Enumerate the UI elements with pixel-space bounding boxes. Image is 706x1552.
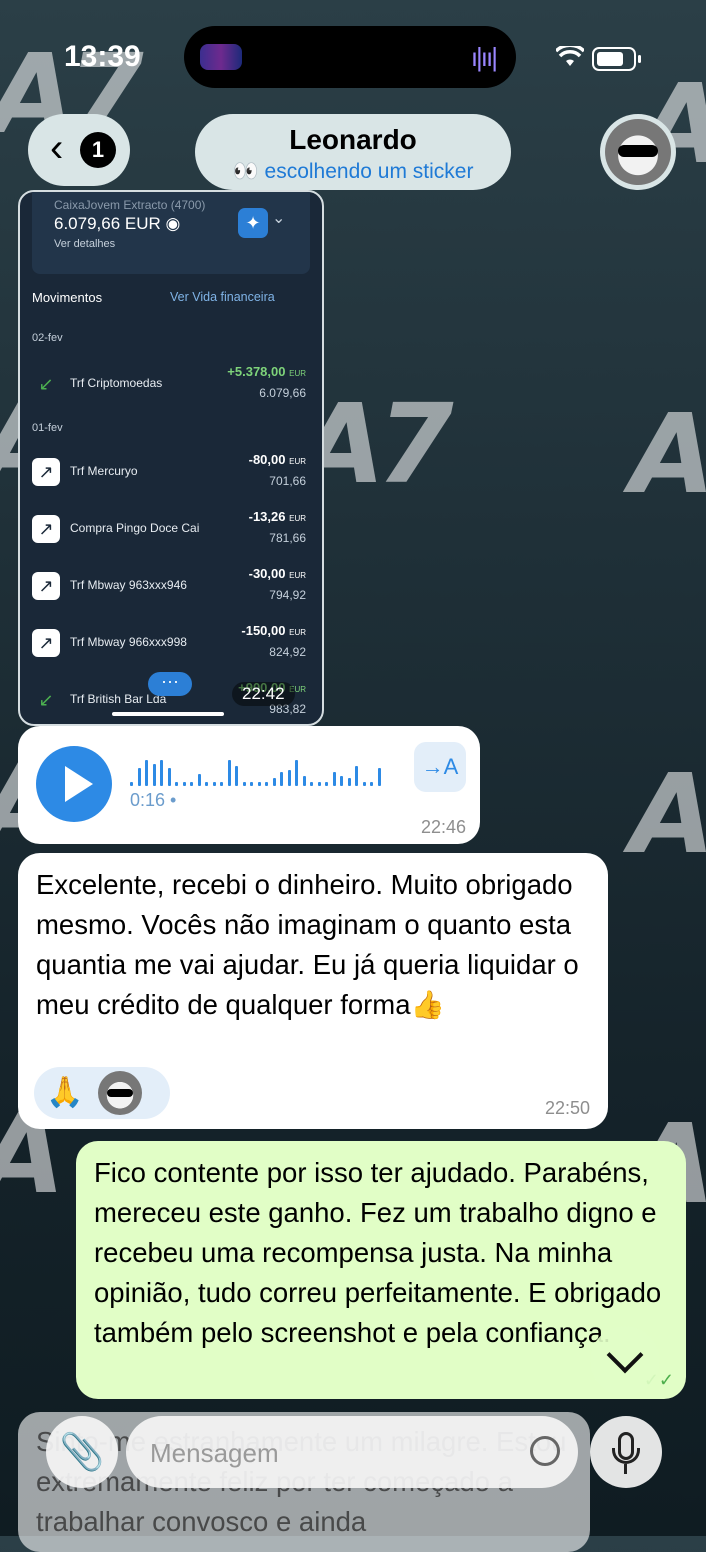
waveform-bar bbox=[265, 782, 268, 786]
waveform-bar bbox=[212, 782, 216, 786]
audio-wave-icon: ı|ıı| bbox=[470, 42, 498, 72]
reactor-avatar bbox=[98, 1071, 142, 1115]
microphone-button[interactable] bbox=[590, 1416, 662, 1488]
account-name: CaixaJovem Extracto (4700) bbox=[54, 198, 206, 212]
home-indicator bbox=[112, 712, 224, 716]
waveform-bar bbox=[220, 782, 223, 786]
arrow-in-icon: ↙ bbox=[38, 374, 54, 394]
date-label: 01-fev bbox=[32, 422, 63, 434]
waveform-bar bbox=[235, 766, 238, 786]
voice-duration: 0:16 • bbox=[130, 790, 177, 810]
waveform-bar bbox=[145, 760, 148, 786]
dynamic-island: ı|ıı| bbox=[184, 26, 516, 88]
arrow-out-icon: ↗ bbox=[32, 515, 60, 543]
waveform-bar bbox=[340, 776, 343, 786]
voice-message: 0:16 • →A 22:46 bbox=[18, 726, 480, 844]
play-icon[interactable] bbox=[36, 746, 112, 822]
waveform-bar bbox=[370, 782, 373, 786]
voice-waveform[interactable] bbox=[130, 756, 390, 786]
reaction-emoji: 🙏 bbox=[46, 1076, 84, 1109]
back-button[interactable]: ‹ 1 bbox=[28, 114, 130, 186]
waveform-bar bbox=[182, 782, 186, 786]
waveform-bar bbox=[377, 768, 381, 786]
details-link: Ver detalhes bbox=[54, 238, 116, 250]
account-card: CaixaJovem Extracto (4700) 6.079,66 EUR … bbox=[32, 192, 310, 274]
waveform-bar bbox=[205, 782, 208, 786]
waveform-bar bbox=[355, 766, 358, 786]
bank-logo-icon: ✦ bbox=[238, 208, 268, 238]
status-time: 13:39 bbox=[64, 40, 141, 73]
arrow-out-icon: ↗ bbox=[32, 629, 60, 657]
reactions[interactable]: 🙏 bbox=[34, 1067, 170, 1119]
waveform-bar bbox=[197, 774, 201, 786]
waveform-bar bbox=[160, 760, 163, 786]
message-text: Excelente, recebi o dinheiro. Muito obri… bbox=[36, 869, 579, 1020]
waveform-bar bbox=[302, 776, 306, 786]
waveform-bar bbox=[250, 782, 253, 786]
waveform-bar bbox=[152, 764, 156, 786]
watermark: A bbox=[630, 390, 706, 518]
message-time: 22:42 bbox=[232, 682, 295, 706]
waveform-bar bbox=[362, 782, 366, 786]
transaction-row: ↗ Trf Mbway 963xxx946 -30,00 EUR 794,92 bbox=[32, 560, 312, 610]
message-time: 22:46 bbox=[420, 817, 466, 837]
waveform-bar bbox=[325, 782, 328, 786]
transaction-row: ↗ Compra Pingo Doce Cai -13,26 EUR 781,6… bbox=[32, 503, 312, 553]
transcribe-button[interactable]: →A bbox=[414, 742, 466, 792]
waveform-bar bbox=[130, 782, 133, 786]
watermark: A bbox=[630, 750, 706, 878]
scroll-down-button[interactable] bbox=[590, 1326, 660, 1396]
avatar[interactable] bbox=[600, 114, 676, 190]
chevron-down-icon: ⌄ bbox=[272, 210, 286, 227]
waveform-bar bbox=[317, 782, 321, 786]
more-button[interactable]: ··· bbox=[148, 672, 192, 696]
account-balance: 6.079,66 EUR ◉ bbox=[54, 214, 181, 233]
waveform-bar bbox=[227, 760, 231, 786]
waveform-bar bbox=[347, 778, 351, 786]
movements-title: Movimentos bbox=[32, 290, 103, 305]
image-message[interactable]: CaixaJovem Extracto (4700) 6.079,66 EUR … bbox=[18, 190, 324, 726]
wifi-icon bbox=[554, 43, 586, 75]
message-input-container[interactable] bbox=[126, 1416, 578, 1488]
message-time: 22:50 bbox=[544, 1098, 590, 1118]
arrow-out-icon: ↗ bbox=[32, 458, 60, 486]
paperclip-icon: 📎 bbox=[59, 1431, 105, 1472]
contact-status: 👀 escolhendo um sticker bbox=[232, 160, 474, 183]
waveform-bar bbox=[190, 782, 193, 786]
unread-count-badge: 1 bbox=[80, 132, 116, 168]
incoming-message[interactable]: Excelente, recebi o dinheiro. Muito obri… bbox=[18, 853, 608, 1129]
waveform-bar bbox=[175, 782, 178, 786]
date-label: 02-fev bbox=[32, 332, 63, 344]
waveform-bar bbox=[167, 768, 171, 786]
message-text: Fico contente por isso ter ajudado. Para… bbox=[94, 1157, 662, 1348]
battery-icon bbox=[592, 47, 641, 71]
arrow-in-icon: ↙ bbox=[38, 690, 54, 710]
waveform-bar bbox=[242, 782, 246, 786]
panda-avatar-icon bbox=[605, 119, 671, 185]
vida-financeira-link: Ver Vida financeira bbox=[170, 290, 275, 304]
transaction-row: ↗ Trf Mercuryo -80,00 EUR 701,66 bbox=[32, 446, 312, 496]
waveform-bar bbox=[332, 772, 336, 786]
waveform-bar bbox=[272, 778, 276, 786]
transaction-row: ↙ Trf Criptomoedas +5.378,00 EUR 6.079,6… bbox=[32, 358, 312, 408]
chevron-left-icon: ‹ bbox=[50, 126, 64, 170]
status-bar: 13:39 ı|ıı| bbox=[0, 0, 706, 110]
eye-icon: ◉ bbox=[165, 214, 181, 233]
chat-title[interactable]: Leonardo 👀 escolhendo um sticker bbox=[195, 114, 511, 190]
transaction-row: ↗ Trf Mbway 966xxx998 -150,00 EUR 824,92 bbox=[32, 617, 312, 667]
waveform-bar bbox=[287, 770, 291, 786]
attach-button[interactable]: 📎 bbox=[46, 1416, 118, 1488]
sticker-icon[interactable] bbox=[530, 1436, 560, 1466]
waveform-bar bbox=[295, 760, 298, 786]
waveform-bar bbox=[257, 782, 261, 786]
waveform-bar bbox=[280, 772, 283, 786]
waveform-bar bbox=[310, 782, 313, 786]
camera-icon bbox=[200, 44, 242, 70]
arrow-out-icon: ↗ bbox=[32, 572, 60, 600]
contact-name: Leonardo bbox=[289, 124, 417, 155]
waveform-bar bbox=[137, 768, 141, 786]
message-input[interactable] bbox=[148, 1430, 512, 1476]
